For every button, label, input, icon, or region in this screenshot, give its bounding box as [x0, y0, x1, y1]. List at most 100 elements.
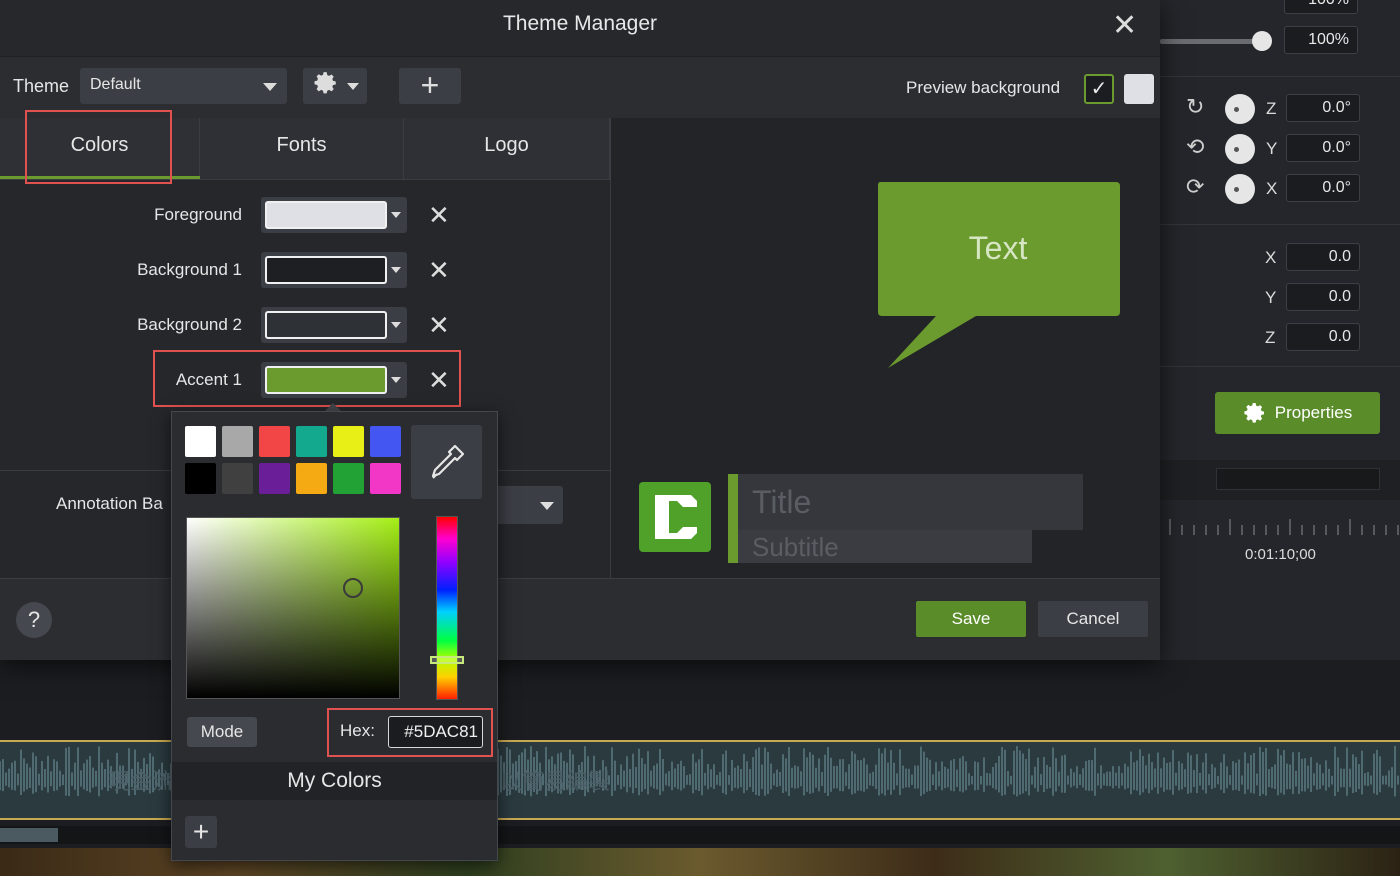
axis-label: Z — [1265, 328, 1276, 347]
scale-slider-handle[interactable] — [1252, 31, 1272, 51]
foreground-color-picker[interactable] — [261, 197, 407, 233]
subtitle-text: Subtitle — [752, 532, 839, 562]
preset-swatch[interactable] — [185, 463, 216, 494]
color-swatch — [265, 256, 387, 284]
chevron-down-icon — [540, 502, 554, 510]
save-button[interactable]: Save — [916, 601, 1026, 637]
preset-swatch[interactable] — [370, 426, 401, 457]
callout-text: Text — [968, 230, 1028, 266]
hue-slider[interactable] — [436, 516, 458, 700]
camtasia-logo-icon — [655, 495, 697, 539]
preset-swatch[interactable] — [185, 426, 216, 457]
tab-callout-highlight — [25, 110, 172, 184]
rotate-y-icon: ⟲ — [1186, 134, 1205, 159]
preset-swatch[interactable] — [296, 463, 327, 494]
position-z-field[interactable]: 0.0 — [1286, 323, 1360, 351]
gear-icon — [314, 72, 336, 94]
preset-swatch[interactable] — [333, 463, 364, 494]
lower-third-subtitle: Subtitle — [728, 530, 1032, 563]
preset-swatch[interactable] — [370, 463, 401, 494]
dialog-title: Theme Manager — [502, 12, 658, 35]
divider — [1160, 224, 1400, 225]
hex-callout-highlight — [327, 708, 493, 757]
timeline-ruler — [1169, 519, 1399, 535]
timecode: 0:01:10;00 — [1245, 546, 1316, 563]
preset-swatch[interactable] — [333, 426, 364, 457]
chevron-down-icon — [263, 83, 277, 91]
axis-label: Z — [1266, 99, 1277, 118]
preview-background-swatch[interactable] — [1124, 74, 1154, 104]
preview-background-label: Preview background — [906, 78, 1061, 97]
rotation-y-field[interactable]: 0.0° — [1286, 134, 1360, 162]
background1-color-picker[interactable] — [261, 252, 407, 288]
properties-label: Properties — [1274, 403, 1353, 422]
reset-background1-icon[interactable]: ✕ — [428, 255, 450, 286]
annotation-background-label: Annotation Ba — [56, 494, 163, 513]
theme-select[interactable]: Default — [80, 68, 287, 104]
foreground-label: Foreground — [154, 205, 242, 224]
annotation-background-select[interactable] — [495, 486, 563, 524]
background2-label: Background 2 — [137, 315, 242, 334]
track-caption-left: 現金流 — [108, 769, 175, 794]
add-color-button[interactable]: + — [185, 816, 217, 848]
rotation-dial[interactable] — [1225, 174, 1255, 204]
my-colors-header: My Colors — [172, 762, 497, 800]
reset-background2-icon[interactable]: ✕ — [428, 310, 450, 341]
help-button[interactable]: ? — [16, 602, 52, 638]
chevron-down-icon — [391, 212, 401, 218]
scrollbar-thumb[interactable] — [0, 828, 58, 842]
preset-swatch[interactable] — [259, 426, 290, 457]
scale-slider-track[interactable] — [1160, 39, 1260, 44]
hue-slider-handle[interactable] — [430, 656, 464, 664]
properties-button[interactable]: Properties — [1215, 392, 1380, 434]
logo-image — [639, 482, 711, 552]
top-percent-field[interactable]: 100% — [1284, 0, 1358, 14]
plus-icon: + — [420, 67, 440, 103]
zoom-track[interactable] — [1216, 468, 1380, 490]
preset-swatch[interactable] — [259, 463, 290, 494]
close-icon[interactable]: ✕ — [1112, 8, 1137, 43]
position-y-field[interactable]: 0.0 — [1286, 283, 1360, 311]
chevron-down-icon — [347, 83, 359, 90]
rotation-dial[interactable] — [1225, 134, 1255, 164]
reset-foreground-icon[interactable]: ✕ — [428, 200, 450, 231]
theme-options-button[interactable] — [303, 68, 367, 104]
preset-swatch[interactable] — [222, 463, 253, 494]
saturation-value-area[interactable] — [186, 517, 400, 699]
rotation-x-field[interactable]: 0.0° — [1286, 174, 1360, 202]
callout-shape — [878, 182, 1120, 368]
eyedropper-icon — [431, 444, 464, 479]
axis-label: Y — [1266, 139, 1278, 158]
gear-icon — [1244, 403, 1264, 423]
rotation-z-field[interactable]: 0.0° — [1286, 94, 1360, 122]
divider — [1160, 76, 1400, 77]
axis-label: Y — [1265, 288, 1277, 307]
title-text: Title — [752, 484, 812, 520]
chevron-down-icon — [391, 322, 401, 328]
rotate-z-icon: ↻ — [1186, 94, 1205, 119]
cancel-button[interactable]: Cancel — [1038, 601, 1148, 637]
rotate-x-icon: ⟳ — [1186, 174, 1205, 199]
axis-label: X — [1265, 248, 1277, 267]
preview-background-checkbox[interactable]: ✓ — [1084, 74, 1114, 104]
lower-third-title: Title — [728, 474, 1083, 530]
background1-label: Background 1 — [137, 260, 242, 279]
rotation-dial[interactable] — [1225, 94, 1255, 124]
preset-swatch[interactable] — [222, 426, 253, 457]
preset-swatch[interactable] — [296, 426, 327, 457]
add-theme-button[interactable]: + — [399, 68, 461, 104]
mode-button[interactable]: Mode — [187, 717, 257, 747]
saturation-cursor[interactable] — [343, 578, 363, 598]
theme-label: Theme — [13, 76, 70, 96]
tab-logo[interactable]: Logo — [404, 118, 610, 180]
checkmark-icon: ✓ — [1090, 78, 1108, 100]
scale-field[interactable]: 100% — [1284, 26, 1358, 54]
eyedropper-button[interactable] — [411, 425, 482, 499]
position-x-field[interactable]: 0.0 — [1286, 243, 1360, 271]
chevron-down-icon — [391, 267, 401, 273]
theme-value: Default — [90, 76, 141, 93]
tab-fonts[interactable]: Fonts — [200, 118, 404, 180]
axis-label: X — [1266, 179, 1278, 198]
track-caption-right: 以簡易編製 — [500, 769, 611, 794]
background2-color-picker[interactable] — [261, 307, 407, 343]
